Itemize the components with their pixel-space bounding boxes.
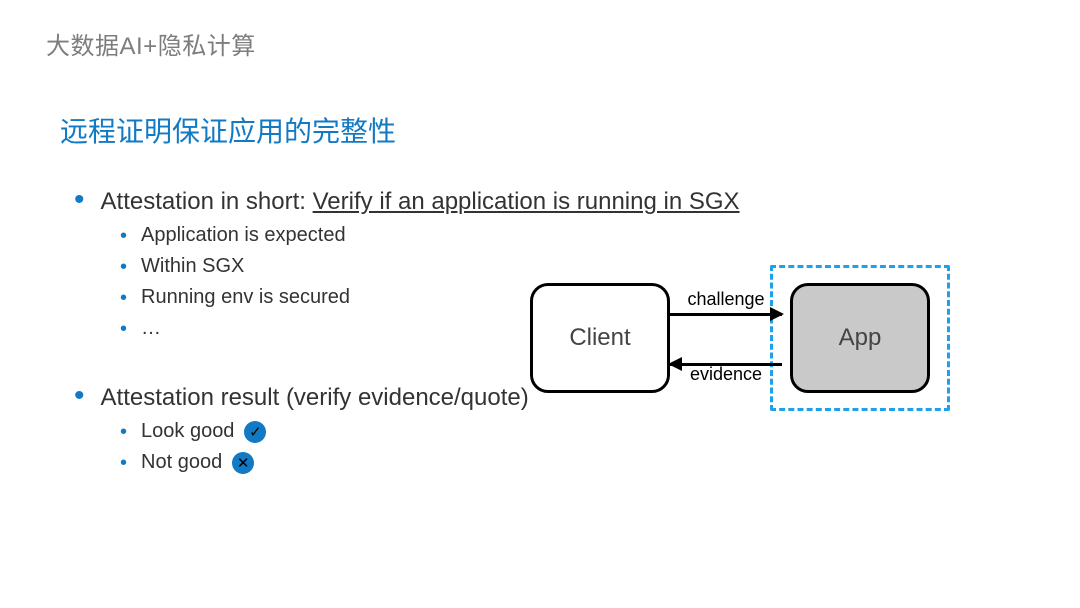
sub-dot: • <box>120 319 127 339</box>
arrow-label: evidence <box>670 364 782 385</box>
sub-item: • Not good ✕ <box>120 451 894 474</box>
bullet-lead: Attestation in short: <box>101 188 313 215</box>
check-icon: ✓ <box>244 421 266 443</box>
bullet-text: Attestation result (verify evidence/quot… <box>101 384 529 412</box>
arrow-group: challenge evidence <box>670 287 782 387</box>
sub-dot: • <box>120 257 127 277</box>
sub-dot: • <box>120 226 127 246</box>
sub-label: Running env is secured <box>141 286 350 309</box>
sub-label: Application is expected <box>141 224 346 247</box>
bullet-underlined: Verify if an application is running in S… <box>313 188 740 215</box>
sub-label: Look good <box>141 420 234 443</box>
bullet-text: Attestation in short: Verify if an appli… <box>101 188 740 216</box>
attestation-diagram: Client App challenge evidence <box>520 265 950 415</box>
slide: 大数据AI+隐私计算 远程证明保证应用的完整性 • Attestation in… <box>0 0 1080 608</box>
sub-item: • Look good ✓ <box>120 420 894 443</box>
sub-dot: • <box>120 288 127 308</box>
sub-dot: • <box>120 422 127 442</box>
client-box: Client <box>530 283 670 393</box>
sub-label: Within SGX <box>141 255 244 278</box>
sub-item: • Application is expected <box>120 224 894 247</box>
sub-label: Not good <box>141 451 222 474</box>
evidence-arrow: evidence <box>670 337 782 387</box>
challenge-arrow: challenge <box>670 287 782 337</box>
cross-icon: ✕ <box>232 452 254 474</box>
app-box: App <box>790 283 930 393</box>
sub-dot: • <box>120 453 127 473</box>
bullet-dot: • <box>74 384 85 408</box>
bullet-dot: • <box>74 188 85 212</box>
sub-label: … <box>141 317 161 340</box>
arrow-head-right-icon <box>770 307 784 321</box>
arrow-line <box>670 313 782 316</box>
slide-title: 远程证明保证应用的完整性 <box>60 110 396 150</box>
breadcrumb: 大数据AI+隐私计算 <box>46 26 256 61</box>
arrow-label: challenge <box>670 289 782 310</box>
